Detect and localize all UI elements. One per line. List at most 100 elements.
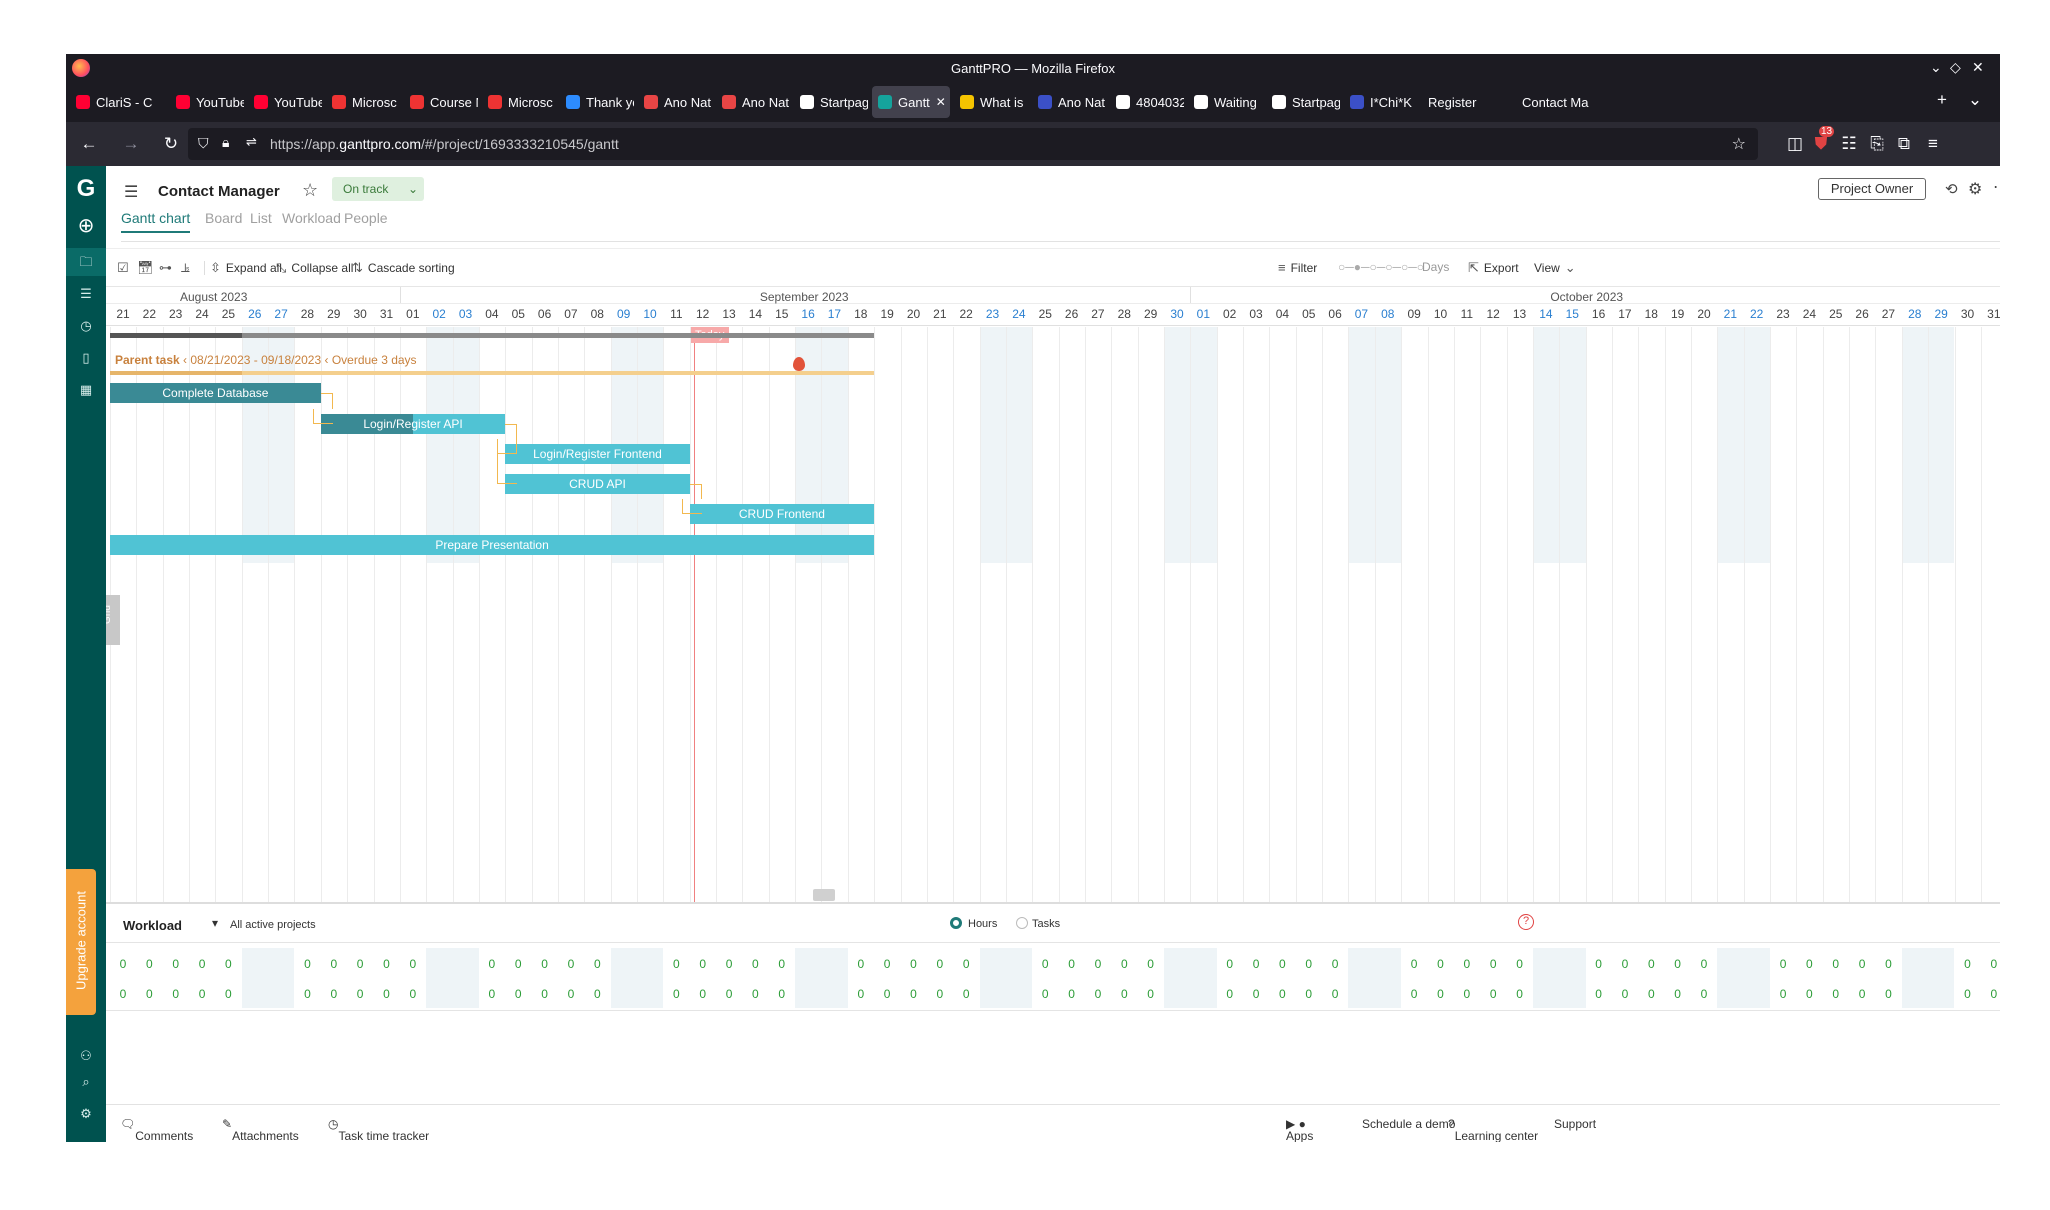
tab-gantt-chart[interactable]: Gantt chart	[121, 210, 191, 233]
browser-tab[interactable]: I*Chi*K	[1344, 86, 1418, 118]
tab-people[interactable]: People	[344, 210, 388, 226]
user-add-icon[interactable]: ⚇	[76, 1046, 96, 1066]
schedule-demo-link[interactable]: Schedule a demo	[1362, 1117, 1455, 1131]
list-icon[interactable]: ☰	[76, 284, 96, 304]
project-list-icon[interactable]: ☰	[124, 182, 138, 202]
browser-tab[interactable]: Register	[1422, 86, 1512, 118]
tab-board[interactable]: Board	[205, 210, 242, 226]
url-bar[interactable]: ⛉ 🔒︎ ⇌ https://app.ganttpro.com/#/projec…	[188, 128, 1758, 160]
browser-tab[interactable]: YouTube	[248, 86, 322, 118]
attachments-button[interactable]: ✎ Attachments	[222, 1117, 299, 1142]
pocket-icon[interactable]: ◫	[1784, 134, 1806, 154]
more-icon[interactable]: ⋯	[1993, 177, 2000, 197]
favorite-star-icon[interactable]: ☆	[302, 180, 318, 201]
browser-tab[interactable]: 4804032	[1110, 86, 1184, 118]
reload-icon[interactable]: ↻	[160, 134, 182, 154]
grid-toggle-tab[interactable]: Grid	[106, 595, 120, 645]
calendar-icon[interactable]: 📅︎	[137, 260, 154, 276]
browser-tab[interactable]: Course M	[404, 86, 478, 118]
learning-center-link[interactable]: ? Learning center	[1448, 1117, 1538, 1142]
support-link[interactable]: Support	[1554, 1117, 1596, 1131]
settings-icon[interactable]: ⚙	[76, 1104, 96, 1124]
browser-tab[interactable]: Gantt ✕	[872, 86, 950, 118]
browser-tab[interactable]: Thank yc	[560, 86, 634, 118]
browser-tab[interactable]: Startpag	[794, 86, 868, 118]
bookmark-star-icon[interactable]: ☆	[1732, 134, 1746, 154]
tab-list[interactable]: List	[250, 210, 272, 226]
forward-icon[interactable]: →	[120, 134, 142, 154]
browser-tab[interactable]: YouTube	[170, 86, 244, 118]
browser-tab[interactable]: Ano Nat	[1032, 86, 1106, 118]
clock-icon[interactable]: ◷	[76, 316, 96, 336]
browser-tab[interactable]: Waiting	[1188, 86, 1262, 118]
apps-link[interactable]: Apps ▶ ●	[1286, 1117, 1313, 1142]
task-bar[interactable]: Login/Register Frontend	[505, 444, 690, 464]
help-icon[interactable]: ?	[1518, 914, 1534, 930]
collapse-all-button[interactable]: ⤡ Collapse all	[276, 260, 353, 276]
browser-tab[interactable]: Microsc	[326, 86, 400, 118]
task-bar[interactable]: Complete Database	[110, 383, 321, 403]
filter-button[interactable]: ≡ Filter	[1278, 260, 1317, 275]
browser-tab[interactable]: Ano Nat	[716, 86, 790, 118]
zoom-slider[interactable]: ○─●─○─○─○─○	[1338, 260, 1424, 274]
tab-list-icon[interactable]: ⌄	[1964, 90, 1986, 110]
ganttpro-logo-icon[interactable]: G	[73, 176, 99, 202]
weekend-column	[1374, 327, 1402, 563]
document-icon[interactable]: ▯	[76, 348, 96, 368]
maximize-icon[interactable]: ◇	[1950, 59, 1961, 76]
reader-icon[interactable]: ☷	[1838, 134, 1860, 154]
collapse-chart-handle[interactable]	[813, 889, 835, 901]
task-bar[interactable]: CRUD API	[505, 474, 690, 494]
new-tab-icon[interactable]: +	[1931, 90, 1953, 110]
project-settings-icon[interactable]: ⚙	[1968, 179, 1982, 199]
browser-tab[interactable]: Startpag	[1266, 86, 1340, 118]
ublock-icon[interactable]: ⛊	[1810, 134, 1832, 154]
extensions-icon[interactable]: ⧉	[1893, 134, 1915, 154]
workload-scope[interactable]: All active projects	[230, 919, 316, 931]
menu-icon[interactable]: ≡	[1922, 134, 1944, 154]
hierarchy-icon[interactable]: ⊶	[159, 260, 172, 276]
browser-tab[interactable]: Contact Ma	[1516, 86, 1616, 118]
permissions-icon[interactable]: ⇌	[246, 134, 257, 150]
dashboard-icon[interactable]: ▦	[76, 380, 96, 400]
browser-tab[interactable]: What is	[954, 86, 1028, 118]
export-button[interactable]: ⇱ Export	[1468, 260, 1519, 276]
workload-row: 0 0 0 0 0 0 0 0 0 0 0 0 0 0 0 0 0 0 0 0 0 0 0 0 0 0 0 0 0 0 0 0 0 0 0 0 0 0 0 0…	[106, 948, 2000, 978]
add-project-icon[interactable]: ⊕	[76, 216, 96, 236]
search-icon[interactable]: ⌕	[76, 1072, 96, 1092]
tasks-radio[interactable]	[1016, 917, 1028, 929]
hours-radio[interactable]	[950, 917, 962, 929]
task-bar[interactable]: Login/Register API	[320, 414, 506, 434]
cascade-sorting-button[interactable]: ⇅ Cascade sorting	[352, 260, 455, 276]
project-owner-badge[interactable]: Project Owner	[1818, 178, 1926, 200]
workload-value: 0	[304, 957, 311, 971]
project-title[interactable]: Contact Manager	[158, 183, 280, 200]
minimize-icon[interactable]: ⌄	[1930, 59, 1942, 76]
close-tab-icon[interactable]: ✕	[936, 95, 946, 109]
expand-all-button[interactable]: ⇳ Expand all	[210, 260, 282, 276]
back-icon[interactable]: ←	[78, 134, 100, 154]
task-bar[interactable]: Prepare Presentation	[110, 535, 875, 555]
workload-dropdown-icon[interactable]: ▾	[212, 916, 218, 930]
task-bar[interactable]: CRUD Frontend	[689, 504, 875, 524]
lock-icon[interactable]: 🔒︎	[222, 134, 229, 151]
url-text[interactable]: https://app.ganttpro.com/#/project/16933…	[270, 136, 619, 152]
select-tasks-icon[interactable]: ☑	[117, 260, 129, 276]
time-tracker-button[interactable]: ◷ Task time tracker	[328, 1117, 429, 1142]
shield-icon[interactable]: ⛉	[198, 135, 209, 152]
close-window-icon[interactable]: ✕	[1972, 59, 1984, 76]
view-dropdown[interactable]: View ⌄	[1534, 260, 1576, 276]
browser-tab[interactable]: Microsc	[482, 86, 556, 118]
history-icon[interactable]: ⟲	[1945, 180, 1958, 198]
tab-workload[interactable]: Workload	[282, 210, 341, 226]
day-label: 11	[670, 307, 683, 321]
comments-button[interactable]: 🗨︎ Comments	[120, 1117, 193, 1142]
browser-tab[interactable]: Ano Nat	[638, 86, 712, 118]
browser-tab[interactable]: ClariS - C	[70, 86, 166, 118]
clipboard-icon[interactable]: ⎘	[1866, 134, 1888, 154]
folder-icon[interactable]: 🗀︎	[76, 252, 96, 272]
project-status-dropdown[interactable]: On track ⌄	[332, 177, 424, 201]
upgrade-account-button[interactable]: Upgrade account	[66, 869, 96, 1015]
baseline-icon[interactable]: ⫡	[181, 260, 190, 276]
tab-label: Startpag	[820, 94, 868, 110]
